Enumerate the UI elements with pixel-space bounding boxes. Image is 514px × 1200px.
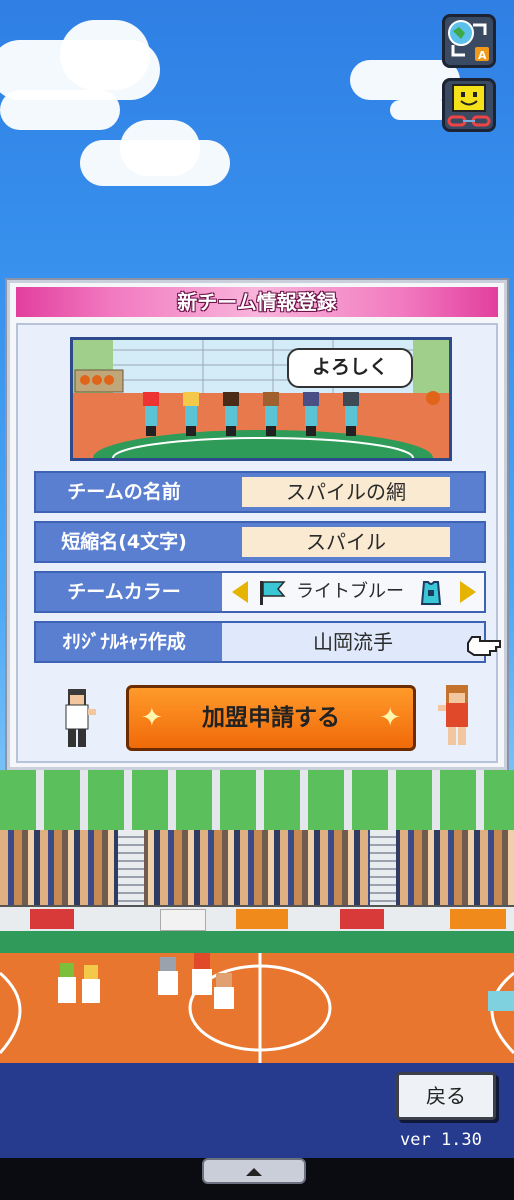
cloud — [60, 20, 150, 90]
team-name-label: チームの名前 — [67, 481, 181, 503]
version-label: ver 1.30 — [400, 1130, 482, 1150]
original-character-value[interactable]: 山岡流手 — [222, 623, 484, 661]
team-color-row: チームカラー ライトブルー — [34, 571, 486, 613]
sparkle-right-icon: ✦ — [379, 703, 401, 733]
dialog-body: よろしく チームの名前 スパイルの網 短縮名(4文字) スパイル チームカラー … — [16, 323, 498, 763]
cloud — [390, 100, 450, 120]
chevron-up-icon — [246, 1168, 262, 1176]
globe-icon: A — [448, 20, 489, 62]
basketball-court — [0, 953, 514, 1063]
smiley-link-icon — [447, 84, 491, 127]
short-name-row[interactable]: 短縮名(4文字) スパイル — [34, 521, 486, 563]
team-scene-image: よろしく — [70, 337, 452, 461]
prev-color-arrow-icon[interactable] — [232, 581, 248, 603]
original-character-label: ｵﾘｼﾞﾅﾙｷｬﾗ作成 — [62, 631, 186, 653]
pointing-hand-icon — [467, 636, 501, 656]
court-players — [58, 953, 514, 1011]
speech-bubble: よろしく — [287, 348, 413, 388]
friend-link-button[interactable] — [442, 78, 496, 132]
cloud — [120, 120, 200, 176]
team-registration-dialog: 新チーム情報登録 よろしく チームの名前 スパイルの網 短縮名(4文字) スパイ… — [7, 280, 507, 770]
original-character-row[interactable]: ｵﾘｼﾞﾅﾙｷｬﾗ作成 山岡流手 — [34, 621, 486, 663]
dialog-title: 新チーム情報登録 — [16, 287, 498, 317]
svg-text:A: A — [478, 49, 487, 62]
team-name-row[interactable]: チームの名前 スパイルの網 — [34, 471, 486, 513]
team-color-selector: ライトブルー — [222, 573, 484, 611]
team-color-label: チームカラー — [67, 581, 181, 603]
short-name-field[interactable]: スパイル — [242, 527, 450, 557]
join-league-button[interactable]: ✦ 加盟申請する ✦ — [126, 685, 416, 751]
jersey-icon — [420, 581, 442, 605]
manager-character-icon — [438, 685, 468, 745]
coach-character-icon — [65, 689, 96, 747]
court-sideline — [0, 931, 514, 953]
cloud — [0, 90, 120, 130]
language-switch-button[interactable]: A — [442, 14, 496, 68]
court-lines — [0, 953, 514, 1063]
flag-icon — [260, 581, 286, 605]
team-color-value: ライトブルー — [296, 581, 404, 602]
short-name-label: 短縮名(4文字) — [61, 531, 187, 553]
team-name-field[interactable]: スパイルの網 — [242, 477, 450, 507]
sparkle-left-icon: ✦ — [141, 703, 163, 733]
stadium-trees — [0, 770, 514, 830]
back-button[interactable]: 戻る — [396, 1072, 496, 1120]
drawer-handle[interactable] — [202, 1158, 306, 1184]
join-league-label: 加盟申請する — [202, 705, 340, 731]
next-color-arrow-icon[interactable] — [460, 581, 476, 603]
players-group — [143, 392, 359, 436]
